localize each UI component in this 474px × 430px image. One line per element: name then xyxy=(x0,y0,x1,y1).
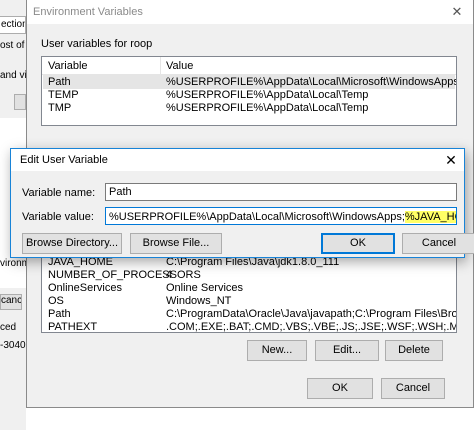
variable-value-label: Variable value: xyxy=(22,211,94,223)
delete-button[interactable]: Delete xyxy=(385,340,443,361)
row-value: %USERPROFILE%\AppData\Local\Microsoft\Wi… xyxy=(166,76,456,88)
system-var-row[interactable]: NUMBER_OF_PROCESSORS 4 xyxy=(43,268,455,282)
variable-value-text: %USERPROFILE%\AppData\Local\Microsoft\Wi… xyxy=(109,211,405,223)
env-dialog-title: Environment Variables xyxy=(33,6,143,18)
env-cancel-button[interactable]: Cancel xyxy=(381,378,445,399)
close-icon[interactable]: ✕ xyxy=(447,4,467,20)
row-value: C:\ProgramData\Oracle\Java\javapath;C:\P… xyxy=(166,308,457,320)
row-value: %USERPROFILE%\AppData\Local\Temp xyxy=(166,102,369,114)
row-variable: TMP xyxy=(48,102,72,114)
system-var-row[interactable]: OS Windows_NT xyxy=(43,294,455,308)
row-value: .COM;.EXE;.BAT;.CMD;.VBS;.VBE;.JS;.JSE;.… xyxy=(166,321,457,333)
variable-name-text: Path xyxy=(109,186,132,198)
column-header-variable[interactable]: Variable xyxy=(48,60,88,72)
edit-dialog-title: Edit User Variable xyxy=(20,154,108,166)
row-value: Online Services xyxy=(166,282,244,294)
new-button[interactable]: New... xyxy=(247,340,307,361)
edit-ok-button[interactable]: OK xyxy=(321,233,395,254)
column-header-value[interactable]: Value xyxy=(166,60,193,72)
background-cancel-button[interactable]: cancel xyxy=(0,294,22,310)
user-var-row-path[interactable]: Path %USERPROFILE%\AppData\Local\Microso… xyxy=(43,75,456,89)
row-variable: NUMBER_OF_PROCESSORS xyxy=(48,269,201,281)
background-tab[interactable]: ection xyxy=(0,16,26,34)
browse-directory-button[interactable]: Browse Directory... xyxy=(22,233,122,254)
row-value: 4 xyxy=(166,269,173,281)
system-variables-list[interactable]: JAVA_HOME C:\Program Files\Java\jdk1.8.0… xyxy=(41,255,457,333)
background-button[interactable] xyxy=(14,94,26,110)
user-var-row-temp[interactable]: TEMP %USERPROFILE%\AppData\Local\Temp xyxy=(43,88,455,102)
column-separator[interactable] xyxy=(160,57,161,75)
row-variable: TEMP xyxy=(48,89,79,101)
edit-titlebar[interactable]: Edit User Variable ✕ xyxy=(11,149,464,171)
row-variable: Path xyxy=(48,308,71,320)
row-value: Windows_NT xyxy=(166,295,232,307)
browse-file-button[interactable]: Browse File... xyxy=(130,233,222,254)
user-variables-label: User variables for roop xyxy=(41,38,153,50)
variable-name-label: Variable name: xyxy=(22,187,96,199)
close-icon[interactable]: ✕ xyxy=(442,151,460,169)
user-variables-list[interactable]: Variable Value Path %USERPROFILE%\AppDat… xyxy=(41,56,457,126)
user-var-row-tmp[interactable]: TMP %USERPROFILE%\AppData\Local\Temp xyxy=(43,101,455,115)
system-var-row[interactable]: Path C:\ProgramData\Oracle\Java\javapath… xyxy=(43,307,457,321)
variable-value-input[interactable]: %USERPROFILE%\AppData\Local\Microsoft\Wi… xyxy=(105,207,457,225)
variable-name-input[interactable]: Path xyxy=(105,183,457,201)
row-variable: Path xyxy=(48,76,71,88)
list-header: Variable Value xyxy=(42,57,456,75)
env-ok-button[interactable]: OK xyxy=(307,378,373,399)
row-variable: OS xyxy=(48,295,64,307)
row-value: %USERPROFILE%\AppData\Local\Temp xyxy=(166,89,369,101)
system-var-row[interactable]: PATHEXT .COM;.EXE;.BAT;.CMD;.VBS;.VBE;.J… xyxy=(43,320,457,333)
edit-cancel-button[interactable]: Cancel xyxy=(402,233,474,254)
edit-user-variable-dialog: Edit User Variable ✕ Variable name: Path… xyxy=(10,148,474,258)
background-text: ced xyxy=(0,322,17,333)
variable-value-highlight: %JAVA_HOME%\bin; xyxy=(404,211,456,223)
row-variable: PATHEXT xyxy=(48,321,98,333)
system-var-row[interactable]: OnlineServices Online Services xyxy=(43,281,455,295)
env-titlebar[interactable]: Environment Variables ✕ xyxy=(27,0,473,24)
row-variable: OnlineServices xyxy=(48,282,122,294)
edit-button[interactable]: Edit... xyxy=(315,340,379,361)
